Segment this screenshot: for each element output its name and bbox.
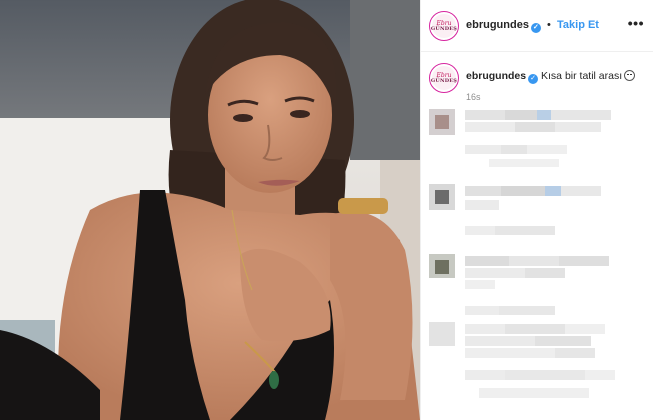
comment-pixelated-3: [429, 252, 644, 327]
caption-text: Kısa bir tatil arası: [541, 70, 623, 82]
follow-button[interactable]: Takip Et: [557, 19, 599, 31]
more-options-icon[interactable]: •••: [628, 15, 644, 31]
post-caption: ebrugundes ✓ Kısa bir tatil arası: [466, 70, 636, 84]
comment-pixelated-2: [429, 182, 644, 247]
post-header: Ebru GÜNDEŞ ebrugundes ✓ • Takip Et •••: [421, 0, 653, 52]
caption-avatar-logo: Ebru GÜNDEŞ: [430, 66, 458, 90]
header-username-text[interactable]: ebrugundes: [466, 19, 529, 31]
separator-dot: •: [547, 19, 551, 31]
profile-avatar[interactable]: Ebru GÜNDEŞ: [429, 11, 459, 41]
verified-badge-icon: ✓: [530, 23, 541, 33]
caption-verified-badge-icon: ✓: [528, 74, 539, 84]
comment-pixelated-1: [429, 105, 644, 170]
header-username[interactable]: ebrugundes ✓: [466, 19, 541, 33]
post-side-panel: Ebru GÜNDEŞ ebrugundes ✓ • Takip Et ••• E…: [420, 0, 653, 420]
post-photo[interactable]: [0, 0, 420, 420]
caption-username[interactable]: ebrugundes: [466, 70, 526, 82]
avatar-logo-text-bottom: GÜNDEŞ: [430, 25, 458, 32]
post-photo-image: [0, 0, 420, 420]
post-timestamp[interactable]: 16s: [466, 92, 481, 102]
caption-avatar[interactable]: Ebru GÜNDEŞ: [429, 63, 459, 93]
caption-avatar-text-bottom: GÜNDEŞ: [430, 77, 458, 84]
smiling-face-emoji-icon: [624, 70, 636, 81]
comment-pixelated-4: [429, 318, 644, 413]
avatar-logo: Ebru GÜNDEŞ: [430, 14, 458, 38]
